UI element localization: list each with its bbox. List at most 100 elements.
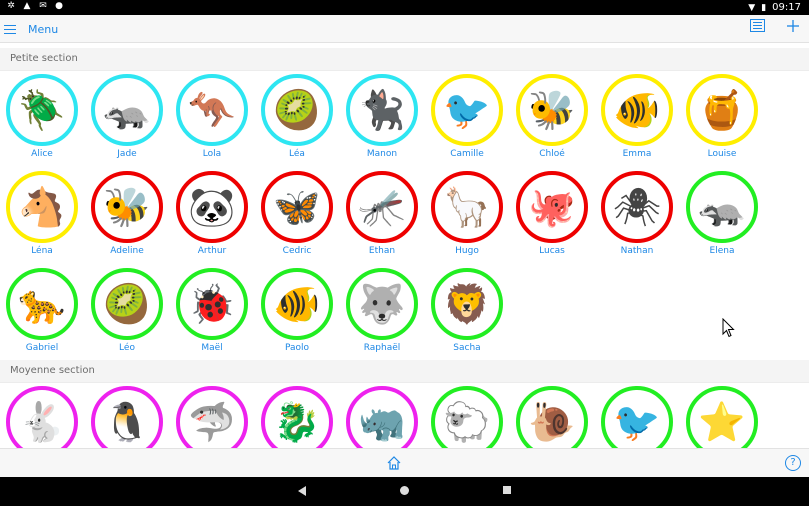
child-card[interactable]: 🐝 Chloé bbox=[516, 74, 588, 166]
animal-icon: 🦟 bbox=[358, 185, 406, 229]
child-grid-moyenne: 🐇 🐧 🦈 🐉 🦏 🐑 🐌 🐦 ⭐ bbox=[6, 386, 806, 448]
child-card[interactable]: 🐑 bbox=[431, 386, 503, 448]
animal-icon: 🐴 bbox=[18, 185, 66, 229]
animal-icon: 🐺 bbox=[358, 282, 406, 326]
section-header-moyenne: Moyenne section bbox=[0, 360, 809, 383]
child-card[interactable]: 🦁 Sacha bbox=[431, 268, 503, 360]
recent-apps-icon[interactable] bbox=[503, 486, 511, 494]
child-card[interactable]: 🐝 Adeline bbox=[91, 171, 163, 263]
animal-icon: 🐆 bbox=[18, 282, 66, 326]
animal-icon: 🐧 bbox=[103, 400, 151, 444]
child-card[interactable]: 🪲 Alice bbox=[6, 74, 78, 166]
child-name: Raphaël bbox=[363, 343, 401, 353]
child-avatar: 🐴 bbox=[6, 171, 78, 243]
child-card[interactable]: 🐦 Camille bbox=[431, 74, 503, 166]
animal-icon: 🦡 bbox=[103, 88, 151, 132]
child-name: Louise bbox=[707, 149, 737, 159]
child-avatar: 🪲 bbox=[6, 74, 78, 146]
child-avatar: 🦟 bbox=[346, 171, 418, 243]
child-card[interactable]: 🐇 bbox=[6, 386, 78, 448]
child-name: Léa bbox=[289, 149, 305, 159]
child-card[interactable]: 🐧 bbox=[91, 386, 163, 448]
back-icon[interactable] bbox=[298, 486, 306, 496]
child-card[interactable]: 🦋 Cedric bbox=[261, 171, 333, 263]
child-card[interactable]: 🍯 Louise bbox=[686, 74, 758, 166]
animal-icon: 🐇 bbox=[18, 400, 66, 444]
child-avatar: 🐺 bbox=[346, 268, 418, 340]
child-avatar: 🦁 bbox=[431, 268, 503, 340]
child-card[interactable]: 🐈‍⬛ Manon bbox=[346, 74, 418, 166]
child-card[interactable]: 🕷 Nathan bbox=[601, 171, 673, 263]
child-grid-petite: 🪲 Alice 🦡 Jade 🦘 Lola 🥝 Léa 🐈‍⬛ Manon 🐦 Camille 🐝 Chl… bbox=[6, 74, 806, 360]
child-card[interactable]: 🦙 Hugo bbox=[431, 171, 503, 263]
child-name: Nathan bbox=[620, 246, 654, 256]
child-card[interactable]: 🦘 Lola bbox=[176, 74, 248, 166]
child-card[interactable]: 🦟 Ethan bbox=[346, 171, 418, 263]
child-name: Gabriel bbox=[25, 343, 59, 353]
mouse-cursor-icon bbox=[722, 318, 735, 338]
child-avatar: 🐠 bbox=[601, 74, 673, 146]
status-right: ▼ ▮ 09:17 bbox=[748, 0, 801, 15]
clock: 09:17 bbox=[772, 2, 801, 13]
child-avatar: 🐉 bbox=[261, 386, 333, 448]
child-card[interactable]: 🦏 bbox=[346, 386, 418, 448]
status-bar: ✲ ▲ ✉ ● ▼ ▮ 09:17 bbox=[0, 0, 809, 15]
animal-icon: 🦘 bbox=[188, 88, 236, 132]
child-card[interactable]: 🐉 bbox=[261, 386, 333, 448]
child-name: Lucas bbox=[539, 246, 565, 256]
child-avatar: 🐇 bbox=[6, 386, 78, 448]
child-card[interactable]: 🥝 Léa bbox=[261, 74, 333, 166]
child-avatar: 🐝 bbox=[516, 74, 588, 146]
child-avatar: 🐙 bbox=[516, 171, 588, 243]
record-icon: ● bbox=[55, 1, 63, 11]
animal-icon: 🪲 bbox=[18, 88, 66, 132]
animal-icon: 🐈‍⬛ bbox=[358, 88, 406, 132]
child-avatar: 🐈‍⬛ bbox=[346, 74, 418, 146]
drive-icon: ▲ bbox=[23, 1, 31, 11]
child-name: Maël bbox=[201, 343, 223, 353]
child-avatar: 🐞 bbox=[176, 268, 248, 340]
child-card[interactable]: 🐙 Lucas bbox=[516, 171, 588, 263]
help-icon[interactable]: ? bbox=[785, 455, 801, 471]
menu-button[interactable]: Menu bbox=[4, 19, 58, 39]
child-card[interactable]: 🐼 Arthur bbox=[176, 171, 248, 263]
child-card[interactable]: 🐴 Léna bbox=[6, 171, 78, 263]
list-view-icon[interactable] bbox=[750, 19, 765, 32]
child-card[interactable]: 🦡 Elena bbox=[686, 171, 758, 263]
child-card[interactable]: 🐌 bbox=[516, 386, 588, 448]
child-avatar: 🐑 bbox=[431, 386, 503, 448]
child-card[interactable]: 🐠 Paolo bbox=[261, 268, 333, 360]
add-icon[interactable] bbox=[787, 19, 799, 32]
child-card[interactable]: 🐺 Raphaël bbox=[346, 268, 418, 360]
child-name: Arthur bbox=[197, 246, 227, 256]
child-avatar: 🍯 bbox=[686, 74, 758, 146]
animal-icon: 🦋 bbox=[273, 185, 321, 229]
child-name: Alice bbox=[31, 149, 53, 159]
animal-icon: ⭐ bbox=[698, 400, 746, 444]
child-avatar: 🐌 bbox=[516, 386, 588, 448]
child-avatar: 🐼 bbox=[176, 171, 248, 243]
child-avatar: 🦙 bbox=[431, 171, 503, 243]
animal-icon: 🐉 bbox=[273, 400, 321, 444]
child-name: Ethan bbox=[368, 246, 396, 256]
animal-icon: 🦡 bbox=[698, 185, 746, 229]
child-card[interactable]: 🐦 bbox=[601, 386, 673, 448]
home-icon[interactable] bbox=[386, 455, 402, 471]
child-avatar: 🐠 bbox=[261, 268, 333, 340]
child-card[interactable]: 🦡 Jade bbox=[91, 74, 163, 166]
child-avatar: 🦋 bbox=[261, 171, 333, 243]
child-card[interactable]: 🥝 Léo bbox=[91, 268, 163, 360]
wifi-icon: ▼ bbox=[748, 2, 756, 13]
child-card[interactable]: 🐆 Gabriel bbox=[6, 268, 78, 360]
content-area[interactable]: Petite section 🪲 Alice 🦡 Jade 🦘 Lola 🥝 Léa 🐈‍⬛ Ma… bbox=[0, 43, 809, 448]
child-card[interactable]: ⭐ bbox=[686, 386, 758, 448]
child-card[interactable]: 🦈 bbox=[176, 386, 248, 448]
child-avatar: 🦡 bbox=[686, 171, 758, 243]
animal-icon: 🐠 bbox=[273, 282, 321, 326]
animal-icon: 🐦 bbox=[443, 88, 491, 132]
child-card[interactable]: 🐠 Emma bbox=[601, 74, 673, 166]
animal-icon: 🐦 bbox=[613, 400, 661, 444]
home-circle-icon[interactable] bbox=[400, 486, 409, 495]
child-card[interactable]: 🐞 Maël bbox=[176, 268, 248, 360]
mail-icon: ✉ bbox=[39, 1, 47, 11]
